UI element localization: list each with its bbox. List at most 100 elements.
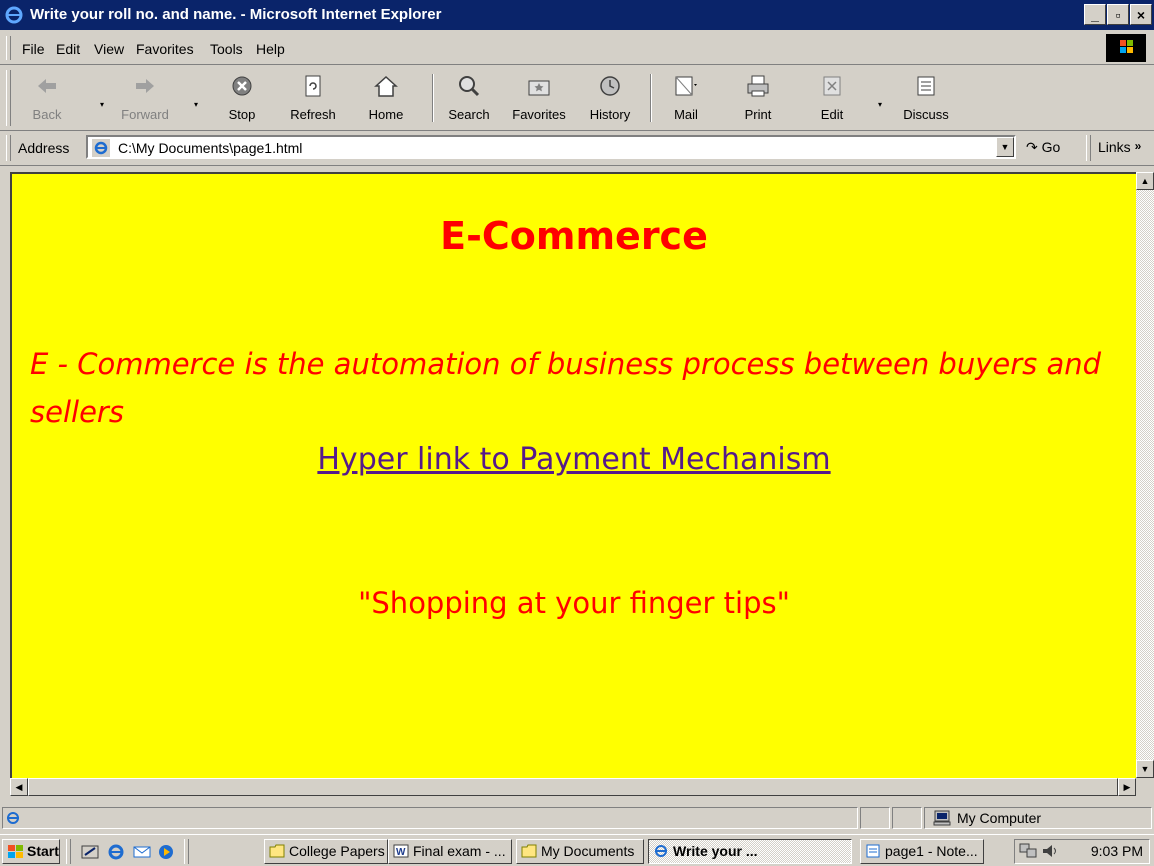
back-label: Back [32,107,62,122]
ie-page-icon [655,845,667,857]
scroll-up-button[interactable]: ▲ [1136,172,1154,190]
back-arrow-icon [38,79,56,93]
address-input[interactable]: C:\My Documents\page1.html ▼ [86,135,1016,159]
stop-label: Stop [228,107,256,122]
refresh-button[interactable]: Refresh [282,70,344,126]
history-label: History [589,107,631,122]
page-content[interactable]: E-Commerce E - Commerce is the automatio… [10,172,1136,778]
clock[interactable]: 9:03 PM [1091,843,1143,859]
scroll-right-button[interactable]: ▶ [1118,778,1136,796]
address-dropdown-button[interactable]: ▼ [996,137,1014,157]
volume-tray-icon[interactable] [1041,843,1059,859]
discuss-button[interactable]: Discuss [894,70,958,126]
stop-icon [232,76,252,96]
task-my-documents[interactable]: My Documents [516,839,644,864]
task-write-your[interactable]: Write your ... [648,839,852,864]
forward-dropdown-icon[interactable]: ▾ [194,100,198,109]
task-label: Final exam - ... [413,843,506,859]
stop-button[interactable]: Stop [216,70,268,126]
standard-toolbar: Back ▾ Forward ▾ Stop Refresh Home Searc… [0,66,1154,131]
discuss-label: Discuss [903,107,949,122]
back-dropdown-icon[interactable]: ▾ [100,100,104,109]
back-button[interactable]: Back [22,70,72,126]
history-button[interactable]: History [580,70,640,126]
menu-grip[interactable] [6,36,11,60]
menu-favorites[interactable]: Favorites [136,41,194,57]
menu-bar: File Edit View Favorites Tools Help [0,32,1154,65]
scroll-down-button[interactable]: ▼ [1136,760,1154,778]
horizontal-scrollbar[interactable]: ◀ ▶ [10,778,1136,796]
scroll-down-icon: ▼ [1140,764,1150,774]
home-label: Home [368,107,404,122]
toolbar-grip[interactable] [6,70,11,126]
scroll-left-button[interactable]: ◀ [10,778,28,796]
start-button[interactable]: Start [2,839,60,864]
folder-icon [269,844,285,858]
mail-label: Mail [674,107,698,122]
window-title: Write your roll no. and name. - Microsof… [30,6,442,23]
page-ie-icon [92,139,110,157]
notepad-icon [866,844,880,858]
mail-icon [675,76,697,96]
page-paragraph: E - Commerce is the automation of busine… [30,347,1102,429]
vertical-scrollbar[interactable]: ▲ ▼ [1136,172,1154,778]
menu-view[interactable]: View [94,41,124,57]
task-page1-notepad[interactable]: page1 - Note... [860,839,984,864]
tasks-grip[interactable] [184,839,189,864]
payment-link-container: Hyper link to Payment Mechanism [12,442,1136,477]
internet-explorer-icon[interactable] [106,843,126,861]
title-bar[interactable]: Write your roll no. and name. - Microsof… [0,0,1154,30]
print-icon [747,75,769,97]
address-label: Address [18,140,70,156]
scroll-right-icon: ▶ [1123,782,1131,792]
media-player-icon[interactable] [156,843,176,861]
edit-button[interactable]: Edit [808,70,856,126]
show-desktop-icon[interactable] [80,843,100,861]
toolbar-separator [432,74,434,122]
search-label: Search [448,107,490,122]
close-button[interactable]: × [1130,4,1152,25]
toolbar-separator [650,74,652,122]
windows-logo-icon [1106,34,1146,62]
print-button[interactable]: Print [734,70,782,126]
ie-logo-icon [5,6,23,24]
go-button[interactable]: ↷ Go [1026,139,1060,156]
page-slogan: "Shopping at your finger tips" [358,586,790,620]
start-label: Start [27,843,59,859]
home-button[interactable]: Home [358,70,414,126]
task-final-exam[interactable]: W Final exam - ... [388,839,512,864]
outlook-express-icon[interactable] [132,843,152,861]
menu-file[interactable]: File [22,41,45,57]
horizontal-scroll-thumb[interactable] [28,778,1118,796]
task-label: Write your ... [673,843,758,859]
maximize-button[interactable]: ▫ [1107,4,1129,25]
scroll-left-icon: ◀ [15,782,23,792]
task-college-papers[interactable]: College Papers [264,839,388,864]
favorites-label: Favorites [512,107,566,122]
refresh-icon [305,75,321,97]
address-bar: Address C:\My Documents\page1.html ▼ ↷ G… [0,131,1154,166]
task-label: page1 - Note... [885,843,978,859]
menu-tools[interactable]: Tools [210,41,243,57]
search-button[interactable]: Search [438,70,500,126]
quicklaunch-grip[interactable] [66,839,71,864]
edit-label: Edit [820,107,844,122]
page-heading: E-Commerce [440,214,708,258]
menu-help[interactable]: Help [256,41,285,57]
forward-button[interactable]: Forward [112,70,178,126]
chevron-right-icon: » [1134,139,1142,153]
word-document-icon: W [393,844,409,858]
minimize-button[interactable]: _ [1084,4,1106,25]
network-tray-icon[interactable] [1019,843,1037,859]
payment-mechanism-link[interactable]: Hyper link to Payment Mechanism [317,442,830,477]
menu-edit[interactable]: Edit [56,41,80,57]
links-button[interactable]: Links » [1098,139,1141,155]
edit-icon [823,76,841,96]
favorites-icon [528,80,550,96]
favorites-button[interactable]: Favorites [502,70,576,126]
links-grip[interactable] [1086,135,1091,161]
edit-dropdown-icon[interactable]: ▾ [878,100,882,109]
mail-button[interactable]: Mail [660,70,712,126]
home-icon [374,75,398,97]
address-grip[interactable] [6,135,11,161]
